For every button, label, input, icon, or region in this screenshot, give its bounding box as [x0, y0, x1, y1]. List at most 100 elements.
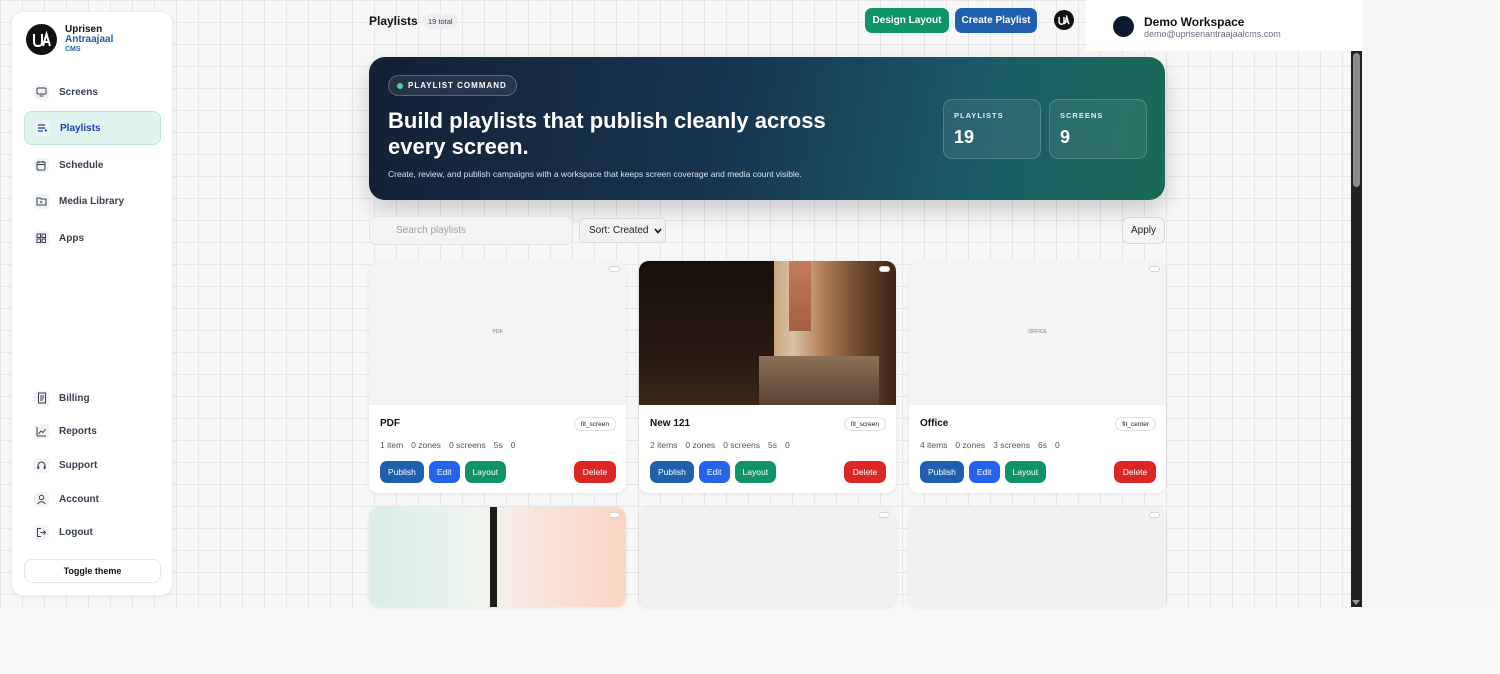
delete-button[interactable]: Delete: [844, 461, 886, 483]
playlist-card[interactable]: [369, 507, 626, 607]
publish-button[interactable]: Publish: [650, 461, 694, 483]
chevron-down-icon: [654, 227, 663, 234]
screen-count: 3 screens: [993, 440, 1031, 450]
sidebar-item-label: Account: [59, 493, 99, 505]
select-toggle[interactable]: [879, 266, 890, 272]
fit-mode-badge: fit_screen: [843, 417, 886, 431]
photo-shadow: [639, 261, 774, 405]
select-toggle[interactable]: [609, 266, 620, 272]
edit-button[interactable]: Edit: [968, 461, 1000, 483]
scrollbar-thumb[interactable]: [1353, 53, 1360, 187]
toggle-theme-button[interactable]: Toggle theme: [24, 559, 161, 583]
delete-button[interactable]: Delete: [1114, 461, 1156, 483]
thumbnail-divider: [490, 507, 497, 607]
search-input[interactable]: [369, 216, 573, 245]
stat-screens: SCREENS 9: [1049, 99, 1147, 159]
publish-button[interactable]: Publish: [380, 461, 424, 483]
brand-avatar-icon[interactable]: [1054, 10, 1074, 30]
brand-name: Uprisen: [65, 23, 103, 35]
publish-button[interactable]: Publish: [920, 461, 964, 483]
edit-button[interactable]: Edit: [428, 461, 460, 483]
zone-count: 0 zones: [685, 440, 716, 450]
zone-count: 0 zones: [955, 440, 986, 450]
sidebar-item-media-library[interactable]: Media Library: [24, 184, 161, 218]
hero-banner: PLAYLIST COMMAND Build playlists that pu…: [369, 57, 1165, 200]
playlist-thumbnail[interactable]: [639, 261, 896, 405]
headset-icon: [34, 457, 49, 473]
brand[interactable]: Uprisen Antraajaal CMS: [26, 24, 113, 55]
photo-tower: [789, 261, 811, 331]
sidebar-item-screens[interactable]: Screens: [24, 75, 161, 109]
stat-label: SCREENS: [1060, 111, 1104, 120]
stat-label: PLAYLISTS: [954, 111, 1004, 120]
playlist-card[interactable]: OFFICE Office fit_center 4 items 0 zones…: [909, 261, 1166, 493]
card-actions: Publish Edit Layout: [920, 461, 1047, 483]
playlist-card[interactable]: New 121 fit_screen 2 items 0 zones 0 scr…: [639, 261, 896, 493]
workspace-name: Demo Workspace: [1144, 15, 1245, 29]
chart-icon: [34, 423, 49, 439]
sidebar-item-apps[interactable]: Apps: [24, 221, 161, 255]
workspace-panel[interactable]: Demo Workspace demo@uprisenantraajaalcms…: [1086, 0, 1362, 51]
screen-count: 0 screens: [448, 440, 486, 450]
select-toggle[interactable]: [1149, 266, 1160, 272]
layout-button[interactable]: Layout: [734, 461, 777, 483]
select-toggle[interactable]: [1149, 512, 1160, 518]
playlist-thumbnail[interactable]: OFFICE: [909, 261, 1166, 405]
page-title: Playlists: [369, 14, 418, 28]
item-count: 2 items: [650, 440, 678, 450]
hero-description: Create, review, and publish campaigns wi…: [388, 169, 802, 179]
hero-pill-label: PLAYLIST COMMAND: [408, 81, 507, 90]
layout-button[interactable]: Layout: [1004, 461, 1047, 483]
select-toggle[interactable]: [609, 512, 620, 518]
hero-pill: PLAYLIST COMMAND: [388, 75, 517, 96]
brand-text: Uprisen Antraajaal CMS: [65, 23, 114, 55]
design-layout-button[interactable]: Design Layout: [865, 8, 949, 33]
playlist-thumbnail[interactable]: [369, 507, 626, 607]
playlist-card[interactable]: [639, 507, 896, 607]
sidebar-item-logout[interactable]: Logout: [24, 515, 161, 549]
sidebar-item-billing[interactable]: Billing: [24, 381, 161, 415]
receipt-icon: [34, 390, 49, 406]
logout-icon: [34, 524, 49, 540]
thumbnail-label: PDF: [492, 329, 503, 335]
create-playlist-button[interactable]: Create Playlist: [955, 8, 1037, 33]
apps-icon: [34, 230, 49, 246]
brand-sub: Antraajaal: [65, 33, 114, 45]
playlist-name: New 121: [650, 418, 691, 429]
duration: 5s: [493, 440, 503, 450]
edit-button[interactable]: Edit: [698, 461, 730, 483]
playlist-name: Office: [920, 418, 949, 429]
folder-icon: [34, 193, 49, 209]
photo-street: [759, 356, 879, 405]
delete-button[interactable]: Delete: [574, 461, 616, 483]
extra-count: 0: [1055, 440, 1060, 450]
brand-logo-icon: [26, 24, 57, 55]
playlist-thumbnail[interactable]: PDF: [369, 261, 626, 405]
card-actions: Publish Edit Layout: [380, 461, 507, 483]
scrollbar[interactable]: [1351, 51, 1362, 607]
extra-count: 0: [785, 440, 790, 450]
item-count: 1 item: [380, 440, 404, 450]
calendar-icon: [34, 157, 49, 173]
stat-playlists: PLAYLISTS 19: [943, 99, 1041, 159]
workspace-email: demo@uprisenantraajaalcms.com: [1144, 29, 1281, 39]
monitor-icon: [34, 84, 49, 100]
playlist-card[interactable]: PDF PDF fit_screen 1 item 0 zones 0 scre…: [369, 261, 626, 493]
scroll-down-icon[interactable]: [1352, 600, 1360, 605]
sidebar-item-schedule[interactable]: Schedule: [24, 148, 161, 182]
sidebar-item-account[interactable]: Account: [24, 482, 161, 516]
sidebar-item-playlists[interactable]: Playlists: [24, 111, 161, 145]
sort-select[interactable]: Sort: Created: [579, 218, 666, 243]
bottom-strip: [0, 607, 1500, 674]
fit-mode-badge: fit_center: [1115, 417, 1156, 431]
sidebar-item-support[interactable]: Support: [24, 448, 161, 482]
sidebar-item-reports[interactable]: Reports: [24, 414, 161, 448]
select-toggle[interactable]: [879, 512, 890, 518]
apply-button[interactable]: Apply: [1122, 217, 1165, 244]
playlist-meta: 4 items 0 zones 3 screens 6s 0: [920, 440, 1060, 450]
duration: 5s: [768, 440, 778, 450]
playlist-card[interactable]: [909, 507, 1166, 607]
hero-title: Build playlists that publish cleanly acr…: [388, 108, 826, 159]
sidebar-item-label: Playlists: [60, 122, 101, 134]
layout-button[interactable]: Layout: [464, 461, 507, 483]
